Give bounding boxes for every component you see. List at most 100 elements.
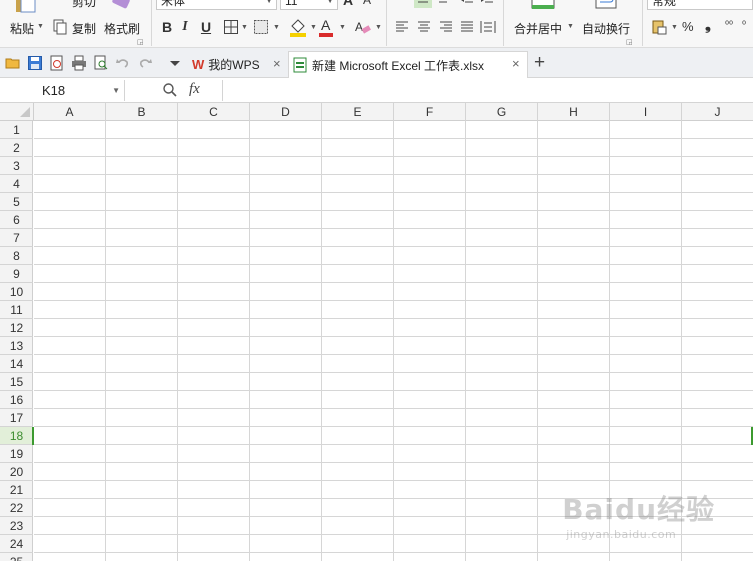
column-header-j[interactable]: J	[682, 103, 753, 121]
font-name-select[interactable]: 宋体 ▼	[156, 0, 277, 10]
cell-style-icon[interactable]	[253, 19, 269, 35]
grow-font-icon[interactable]: A	[343, 0, 353, 8]
currency-dropdown-icon[interactable]: ▼	[671, 24, 678, 31]
column-header-g[interactable]: G	[466, 103, 538, 121]
row-header-23[interactable]: 23	[0, 517, 33, 535]
align-right-icon[interactable]	[438, 19, 454, 35]
number-format-select[interactable]: 常规	[647, 0, 753, 10]
row-header-12[interactable]: 12	[0, 319, 33, 337]
paste-button[interactable]: 粘贴	[10, 20, 34, 37]
decrease-decimal-icon[interactable]: ⁰	[742, 20, 746, 31]
row-header-22[interactable]: 22	[0, 499, 33, 517]
tab-workbook[interactable]: 新建 Microsoft Excel 工作表.xlsx	[288, 51, 528, 78]
font-size-select[interactable]: 11 ▼	[280, 0, 338, 10]
row-header-5[interactable]: 5	[0, 193, 33, 211]
close-tab-icon[interactable]: ×	[273, 56, 281, 71]
row-header-7[interactable]: 7	[0, 229, 33, 247]
row-header-18[interactable]: 18	[0, 427, 33, 445]
format-painter-button[interactable]: 格式刷	[104, 20, 140, 37]
column-header-i[interactable]: I	[610, 103, 682, 121]
row-header-6[interactable]: 6	[0, 211, 33, 229]
align-middle-icon[interactable]	[435, 0, 451, 8]
currency-icon[interactable]	[651, 19, 667, 35]
row-header-3[interactable]: 3	[0, 157, 33, 175]
close-tab-icon[interactable]: ×	[512, 56, 520, 71]
select-all-corner[interactable]	[0, 103, 34, 121]
justify-icon[interactable]	[459, 19, 475, 35]
print-icon[interactable]	[71, 55, 87, 71]
row-header-24[interactable]: 24	[0, 535, 33, 553]
row-header-25[interactable]: 25	[0, 553, 33, 561]
shrink-font-icon[interactable]: A	[363, 0, 371, 7]
percent-button[interactable]: %	[682, 19, 694, 34]
align-center-icon[interactable]	[416, 19, 432, 35]
row-header-11[interactable]: 11	[0, 301, 33, 319]
row-header-9[interactable]: 9	[0, 265, 33, 283]
column-header-f[interactable]: F	[394, 103, 466, 121]
row-header-21[interactable]: 21	[0, 481, 33, 499]
clear-format-dropdown-icon[interactable]: ▼	[375, 24, 382, 31]
open-folder-icon[interactable]	[5, 55, 21, 71]
merge-center-icon[interactable]	[531, 0, 555, 12]
underline-button[interactable]: U	[199, 17, 213, 37]
copy-button[interactable]: 复制	[72, 20, 96, 37]
column-header-c[interactable]: C	[178, 103, 250, 121]
row-header-19[interactable]: 19	[0, 445, 33, 463]
column-header-a[interactable]: A	[34, 103, 106, 121]
row-header-15[interactable]: 15	[0, 373, 33, 391]
row-header-1[interactable]: 1	[0, 121, 33, 139]
paste-icon[interactable]	[12, 0, 40, 14]
merge-center-button[interactable]: 合并居中	[514, 20, 562, 37]
borders-dropdown-icon[interactable]: ▼	[241, 24, 248, 31]
merge-center-dropdown-icon[interactable]: ▼	[567, 23, 574, 30]
clipboard-launcher-icon[interactable]: ◲	[137, 38, 144, 46]
name-box[interactable]: K18 ▼	[0, 80, 125, 101]
italic-button[interactable]: I	[179, 17, 191, 37]
insert-function-button[interactable]: fx	[189, 81, 200, 98]
align-left-icon[interactable]	[394, 19, 410, 35]
clear-format-icon[interactable]: A	[353, 18, 371, 36]
increase-decimal-icon[interactable]: ⁰⁰	[725, 20, 733, 31]
format-painter-icon[interactable]	[110, 0, 132, 14]
row-header-4[interactable]: 4	[0, 175, 33, 193]
column-header-d[interactable]: D	[250, 103, 322, 121]
row-header-10[interactable]: 10	[0, 283, 33, 301]
wrap-text-icon[interactable]	[595, 0, 617, 12]
borders-icon[interactable]	[223, 19, 239, 35]
worksheet-grid[interactable]: ABCDEFGHIJ 1 2 3 4 5 6 7 8 9 10 11 12 13 14 15 16 17 18 19…	[0, 103, 753, 561]
undo-icon[interactable]	[115, 55, 131, 71]
wrap-text-button[interactable]: 自动换行	[582, 20, 630, 37]
indent-decrease-icon[interactable]	[459, 0, 475, 8]
indent-increase-icon[interactable]	[479, 0, 495, 8]
column-header-e[interactable]: E	[322, 103, 394, 121]
bold-button[interactable]: B	[160, 17, 174, 37]
print-preview-icon[interactable]	[93, 55, 109, 71]
cut-button[interactable]: 剪切	[72, 0, 96, 10]
font-color-icon[interactable]: A	[318, 17, 334, 37]
save-icon[interactable]	[27, 55, 43, 71]
customize-toolbar-icon[interactable]	[167, 55, 183, 71]
row-header-14[interactable]: 14	[0, 355, 33, 373]
alignment-launcher-icon[interactable]: ◲	[626, 38, 633, 46]
row-header-13[interactable]: 13	[0, 337, 33, 355]
column-header-b[interactable]: B	[106, 103, 178, 121]
fill-color-icon[interactable]	[289, 17, 307, 37]
row-header-17[interactable]: 17	[0, 409, 33, 427]
fill-color-dropdown-icon[interactable]: ▼	[310, 24, 317, 31]
comma-style-button[interactable]: ❟	[705, 17, 711, 34]
redo-icon[interactable]	[137, 55, 153, 71]
paste-dropdown-icon[interactable]: ▼	[37, 23, 44, 30]
export-pdf-icon[interactable]	[49, 55, 65, 71]
cell-style-dropdown-icon[interactable]: ▼	[273, 24, 280, 31]
align-top-icon[interactable]	[414, 0, 432, 8]
row-header-16[interactable]: 16	[0, 391, 33, 409]
zoom-icon[interactable]	[162, 82, 178, 98]
font-color-dropdown-icon[interactable]: ▼	[339, 24, 346, 31]
formula-input[interactable]	[224, 80, 753, 101]
row-header-20[interactable]: 20	[0, 463, 33, 481]
column-header-h[interactable]: H	[538, 103, 610, 121]
tab-my-wps[interactable]: W 我的WPS	[186, 51, 287, 78]
new-tab-button[interactable]: +	[534, 52, 545, 74]
distributed-align-icon[interactable]	[480, 19, 496, 35]
row-header-2[interactable]: 2	[0, 139, 33, 157]
